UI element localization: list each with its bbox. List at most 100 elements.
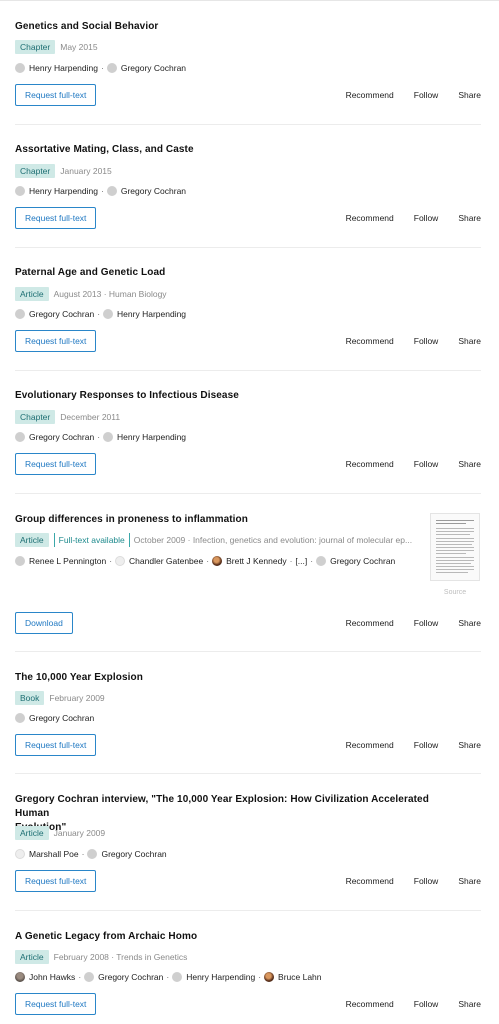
item-actions: Recommend Follow Share [346, 612, 481, 634]
document-thumbnail[interactable] [430, 513, 480, 581]
follow-button[interactable]: Follow [414, 336, 439, 346]
request-fulltext-button[interactable]: Request full-text [15, 84, 97, 106]
recommend-button[interactable]: Recommend [346, 90, 394, 100]
publication-title-line: Gregory Cochran interview, "The 10,000 Y… [15, 794, 429, 819]
follow-button[interactable]: Follow [414, 999, 439, 1009]
publication-title[interactable]: The 10,000 Year Explosion [15, 671, 143, 685]
author-name[interactable]: Gregory Cochran [29, 309, 94, 319]
publication-title[interactable]: Group differences in proneness to inflam… [15, 513, 248, 527]
request-fulltext-button[interactable]: Request full-text [15, 207, 97, 229]
author-name[interactable]: Henry Harpending [29, 186, 98, 196]
follow-button[interactable]: Follow [414, 90, 439, 100]
type-badge: Book [15, 691, 45, 705]
publication-title[interactable]: Genetics and Social Behavior [15, 20, 158, 34]
share-button[interactable]: Share [458, 876, 481, 886]
author-name[interactable]: Gregory Cochran [98, 972, 163, 982]
author-name[interactable]: Brett J Kennedy [226, 556, 286, 566]
publication-item: Gregory Cochran interview, "The 10,000 Y… [15, 793, 481, 898]
recommend-button[interactable]: Recommend [346, 459, 394, 469]
author-name[interactable]: Henry Harpending [117, 432, 186, 442]
avatar [15, 849, 25, 859]
share-button[interactable]: Share [458, 459, 481, 469]
request-fulltext-button[interactable]: Request full-text [15, 870, 97, 892]
publication-date: October 2009 · Infection, genetics and e… [133, 535, 413, 545]
request-fulltext-button[interactable]: Request full-text [15, 453, 97, 475]
avatar [106, 186, 117, 196]
share-button[interactable]: Share [458, 999, 481, 1009]
avatar [87, 849, 98, 859]
divider [15, 124, 481, 125]
more-authors-link[interactable]: [...] [295, 556, 307, 566]
avatar [264, 972, 275, 982]
share-button[interactable]: Share [458, 213, 481, 223]
recommend-button[interactable]: Recommend [346, 618, 394, 628]
author-name[interactable]: Gregory Cochran [121, 63, 186, 73]
author-name[interactable]: Gregory Cochran [29, 432, 94, 442]
publication-date: December 2011 [60, 412, 121, 422]
type-badge: Chapter [15, 164, 56, 178]
follow-button[interactable]: Follow [414, 876, 439, 886]
request-fulltext-button[interactable]: Request full-text [15, 993, 97, 1015]
publication-date: February 2009 [49, 693, 105, 703]
author-name[interactable]: Henry Harpending [29, 63, 98, 73]
author-name[interactable]: Gregory Cochran [121, 186, 186, 196]
type-badge: Article [15, 826, 49, 840]
author-name[interactable]: Bruce Lahn [278, 972, 321, 982]
avatar [103, 432, 114, 442]
avatar [103, 309, 114, 319]
avatar [15, 972, 25, 982]
publication-date: January 2009 [53, 828, 106, 838]
item-actions: Recommend Follow Share [346, 207, 481, 229]
author-list: Gregory Cochran [15, 712, 94, 724]
thumbnail-source-label[interactable]: Source [430, 589, 480, 596]
request-fulltext-button[interactable]: Request full-text [15, 734, 97, 756]
type-badge: Chapter [15, 410, 56, 424]
author-name[interactable]: Gregory Cochran [101, 849, 166, 859]
publication-title[interactable]: Evolutionary Responses to Infectious Dis… [15, 389, 239, 403]
follow-button[interactable]: Follow [414, 740, 439, 750]
publication-date: August 2013 · Human Biology [53, 289, 167, 299]
share-button[interactable]: Share [458, 740, 481, 750]
follow-button[interactable]: Follow [414, 213, 439, 223]
publication-meta: Chapter May 2015 [15, 40, 98, 54]
avatar [212, 556, 223, 566]
request-fulltext-button[interactable]: Request full-text [15, 330, 97, 352]
publication-item: Group differences in proneness to inflam… [15, 513, 481, 638]
type-badge: Article [15, 533, 49, 547]
author-name[interactable]: Henry Harpending [186, 972, 255, 982]
item-actions: Recommend Follow Share [346, 453, 481, 475]
follow-button[interactable]: Follow [414, 459, 439, 469]
author-name[interactable]: Gregory Cochran [29, 713, 94, 723]
publication-title[interactable]: Paternal Age and Genetic Load [15, 266, 165, 280]
share-button[interactable]: Share [458, 336, 481, 346]
recommend-button[interactable]: Recommend [346, 336, 394, 346]
publication-item: Evolutionary Responses to Infectious Dis… [15, 389, 481, 479]
divider [15, 910, 481, 911]
avatar [15, 556, 25, 566]
follow-button[interactable]: Follow [414, 618, 439, 628]
share-button[interactable]: Share [458, 618, 481, 628]
author-name[interactable]: Renee L Pennington [29, 556, 106, 566]
item-actions: Recommend Follow Share [346, 734, 481, 756]
recommend-button[interactable]: Recommend [346, 876, 394, 886]
author-name[interactable]: Henry Harpending [117, 309, 186, 319]
author-name[interactable]: Gregory Cochran [330, 556, 395, 566]
recommend-button[interactable]: Recommend [346, 740, 394, 750]
publication-meta: Article January 2009 [15, 826, 105, 840]
publication-item: Genetics and Social Behavior Chapter May… [15, 20, 481, 110]
author-name[interactable]: Marshall Poe [29, 849, 79, 859]
download-button[interactable]: Download [15, 612, 73, 634]
recommend-button[interactable]: Recommend [346, 213, 394, 223]
publication-meta: Article Full-text available October 2009… [15, 533, 427, 547]
author-name[interactable]: Chandler Gatenbee [129, 556, 203, 566]
publication-title[interactable]: A Genetic Legacy from Archaic Homo [15, 930, 197, 944]
publication-title[interactable]: Assortative Mating, Class, and Caste [15, 143, 194, 157]
publication-date: February 2008 · Trends in Genetics [53, 952, 188, 962]
type-badge: Article [15, 287, 49, 301]
item-actions: Recommend Follow Share [346, 870, 481, 892]
author-name[interactable]: John Hawks [29, 972, 75, 982]
type-badge: Chapter [15, 40, 56, 54]
share-button[interactable]: Share [458, 90, 481, 100]
recommend-button[interactable]: Recommend [346, 999, 394, 1009]
publication-item: Assortative Mating, Class, and Caste Cha… [15, 143, 481, 233]
